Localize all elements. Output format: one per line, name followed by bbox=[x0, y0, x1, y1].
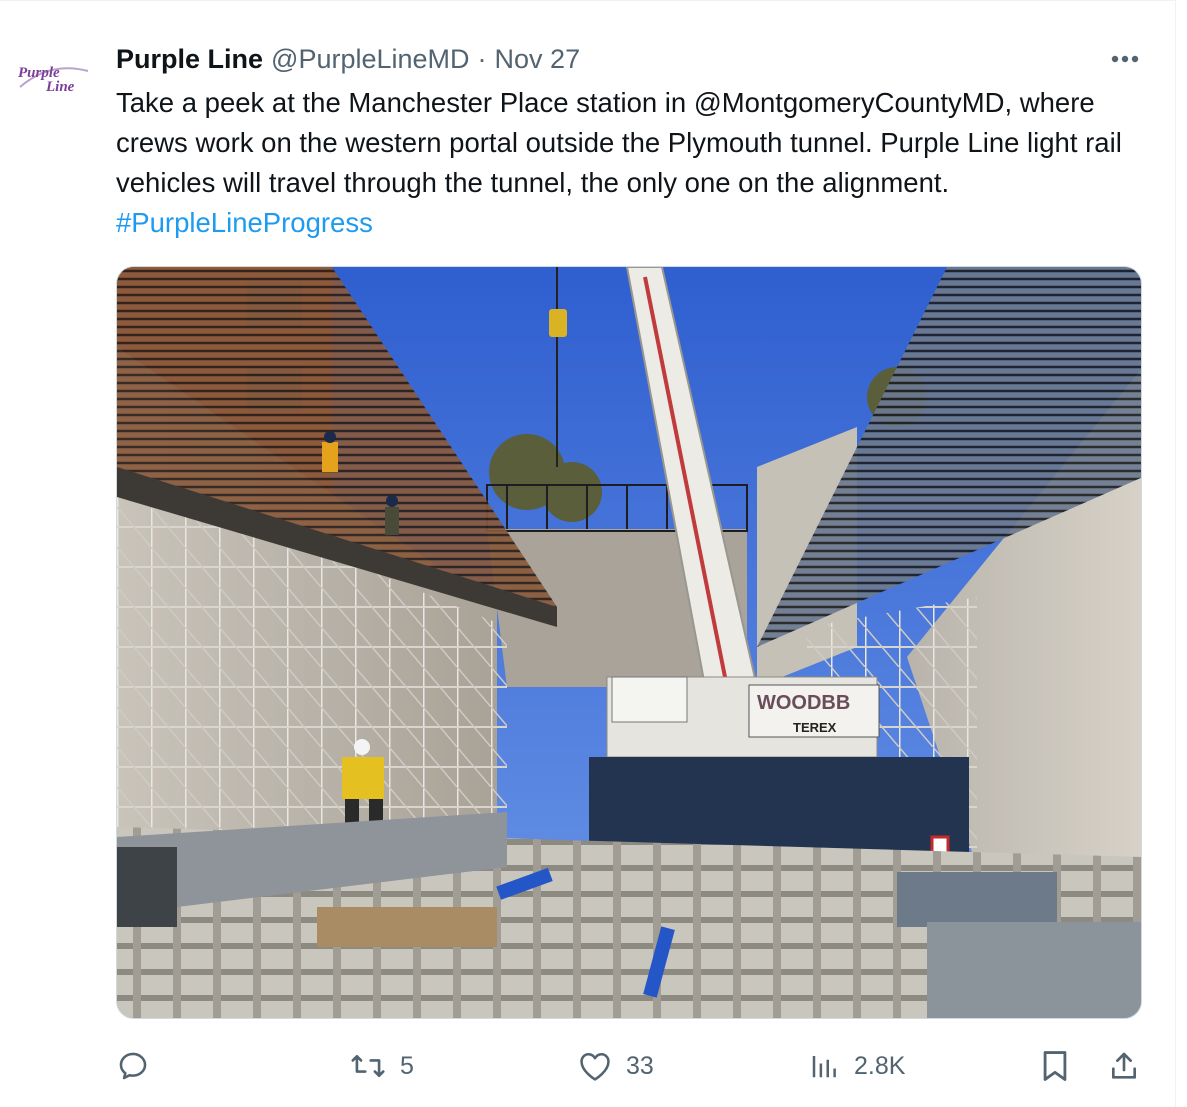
tweet-date[interactable]: Nov 27 bbox=[495, 44, 581, 75]
construction-site-photo: WOODBB TEREX bbox=[117, 267, 1141, 1018]
retweet-count: 5 bbox=[400, 1051, 414, 1080]
retweet-icon bbox=[351, 1054, 385, 1078]
crane-model-text: TEREX bbox=[793, 720, 837, 735]
tweet-header: Purple Line @PurpleLineMD · Nov 27 bbox=[116, 41, 580, 77]
hashtag-link[interactable]: #PurpleLineProgress bbox=[116, 207, 373, 238]
like-count: 33 bbox=[626, 1051, 654, 1080]
display-name[interactable]: Purple Line bbox=[116, 44, 263, 75]
tweet-text: Take a peek at the Manchester Place stat… bbox=[116, 83, 1156, 243]
tweet-card: Purple Line Purple Line @PurpleLineMD · … bbox=[0, 0, 1176, 1107]
like-button[interactable]: 33 bbox=[578, 1041, 654, 1091]
views-count: 2.8K bbox=[854, 1051, 906, 1080]
crane-brand-text: WOODBB bbox=[757, 692, 850, 714]
views-button[interactable]: 2.8K bbox=[808, 1041, 905, 1091]
tweet-body: Take a peek at the Manchester Place stat… bbox=[116, 87, 1122, 198]
heart-icon bbox=[580, 1052, 610, 1081]
bookmark-button[interactable] bbox=[1040, 1041, 1070, 1091]
share-button[interactable] bbox=[1108, 1041, 1140, 1091]
more-icon[interactable] bbox=[1104, 44, 1146, 74]
logo-text-bottom: Line bbox=[45, 79, 75, 95]
views-chart-icon bbox=[812, 1056, 836, 1078]
user-handle[interactable]: @PurpleLineMD bbox=[271, 44, 470, 75]
tweet-photo[interactable]: WOODBB TEREX bbox=[116, 266, 1142, 1019]
reply-button[interactable] bbox=[116, 1041, 150, 1091]
action-bar: 5 33 2.8K bbox=[0, 1041, 1176, 1091]
reply-icon bbox=[119, 1052, 147, 1080]
bookmark-icon bbox=[1043, 1051, 1067, 1081]
retweet-button[interactable]: 5 bbox=[350, 1041, 414, 1091]
purple-line-logo: Purple Line bbox=[18, 65, 89, 95]
avatar[interactable]: Purple Line bbox=[10, 41, 94, 113]
share-icon bbox=[1112, 1052, 1136, 1079]
metal-bins bbox=[897, 872, 1057, 927]
separator: · bbox=[477, 43, 487, 74]
